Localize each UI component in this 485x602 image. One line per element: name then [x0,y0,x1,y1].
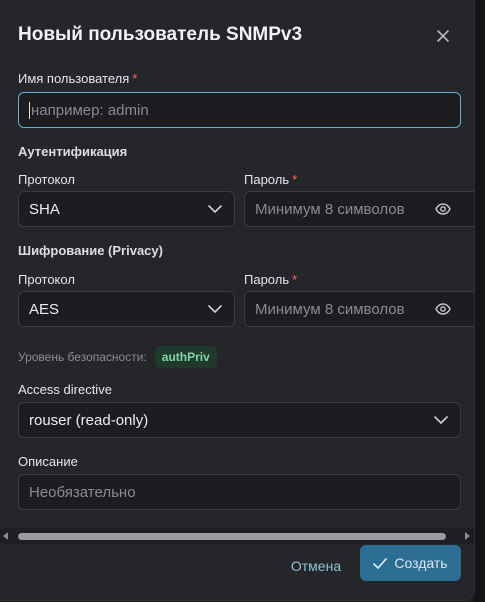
security-level-badge: authPriv [154,346,217,368]
cancel-button[interactable]: Отмена [280,548,352,584]
security-level-label: Уровень безопасности: [18,350,147,364]
eye-icon[interactable] [435,302,451,320]
close-button[interactable] [430,23,456,49]
create-button[interactable]: Создать [360,545,461,581]
auth-protocol-value: SHA [29,200,60,218]
privacy-protocol-select[interactable]: AES [18,291,235,327]
privacy-password-label: Пароль * [244,272,298,287]
security-level-row: Уровень безопасности: authPriv [18,346,217,368]
horizontal-scrollbar[interactable] [0,528,474,544]
auth-protocol-select[interactable]: SHA [18,191,235,227]
scrollbar-thumb[interactable] [18,533,446,540]
access-directive-label: Access directive [18,382,112,397]
dialog-title: Новый пользователь SNMPv3 [18,24,303,45]
privacy-password-placeholder: Минимум 8 символов [255,300,405,318]
scroll-right-icon[interactable] [464,532,470,540]
auth-section-title: Аутентификация [18,144,128,159]
backdrop [474,0,485,602]
chevron-down-icon [208,305,222,313]
check-icon [373,557,388,569]
close-icon [437,30,449,42]
dialog-footer: Отмена Создать [0,544,474,600]
auth-password-input[interactable]: Минимум 8 символов [244,191,474,227]
auth-password-placeholder: Минимум 8 символов [255,200,405,218]
privacy-protocol-value: AES [29,300,60,318]
create-button-label: Создать [394,555,448,571]
privacy-password-input[interactable]: Минимум 8 символов [244,291,474,327]
access-directive-value: rouser (read-only) [29,411,149,429]
privacy-section-title: Шифрование (Privacy) [18,243,163,258]
text-caret [29,101,30,119]
privacy-protocol-label: Протокол [18,272,75,287]
username-placeholder: например: admin [31,101,149,119]
dialog-content: Имя пользователя * например: admin Аутент… [0,62,474,528]
username-input[interactable]: например: admin [18,92,461,128]
eye-icon[interactable] [435,202,451,220]
auth-protocol-label: Протокол [18,172,75,187]
description-input[interactable]: Необязательно [18,474,461,510]
snmp-user-dialog: Новый пользователь SNMPv3 Имя пользовате… [0,0,474,600]
chevron-down-icon [434,416,448,424]
chevron-down-icon [208,205,222,213]
description-label: Описание [18,454,78,469]
scroll-left-icon[interactable] [3,532,9,540]
description-placeholder: Необязательно [29,483,136,501]
username-label: Имя пользователя * [18,71,138,86]
access-directive-select[interactable]: rouser (read-only) [18,402,461,438]
auth-password-label: Пароль * [244,172,298,187]
